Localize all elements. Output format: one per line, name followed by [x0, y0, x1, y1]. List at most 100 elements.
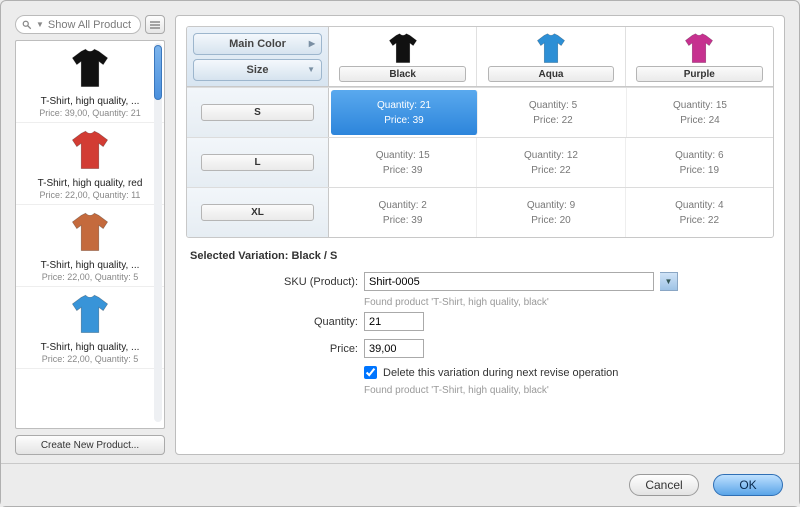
quantity-row: Quantity: [186, 312, 774, 331]
selected-variation-title: Selected Variation: Black / S [190, 250, 774, 262]
grid-header-row: Main Color ▶ Size ▼ Black Aqua Purple [187, 27, 773, 87]
scrollbar-thumb[interactable] [154, 45, 162, 100]
search-placeholder: Show All Product [48, 19, 131, 31]
delete-row: Delete this variation during next revise… [186, 366, 774, 379]
sku-dropdown-button[interactable]: ▼ [660, 272, 678, 291]
list-item[interactable]: T-Shirt, high quality, ...Price: 22,00, … [16, 205, 164, 287]
product-meta: Price: 39,00, Quantity: 21 [18, 108, 162, 118]
product-name: T-Shirt, high quality, ... [18, 260, 162, 271]
cell-quantity: Quantity: 2 [378, 200, 426, 211]
axis-buttons: Main Color ▶ Size ▼ [187, 27, 329, 86]
search-icon [22, 20, 32, 30]
cell-price: Price: 22 [533, 115, 572, 126]
variation-grid: Main Color ▶ Size ▼ Black Aqua Purple S Qua… [186, 26, 774, 238]
variation-dialog: ▼ Show All Product T-Shirt, high quality… [0, 0, 800, 507]
row-label[interactable]: L [201, 154, 314, 171]
cell-quantity: Quantity: 15 [673, 100, 727, 111]
cell-quantity: Quantity: 5 [529, 100, 577, 111]
chevron-down-icon: ▼ [36, 20, 44, 29]
cell-price: Price: 20 [531, 215, 570, 226]
axis-size-button[interactable]: Size ▼ [193, 59, 322, 81]
list-view-button[interactable] [145, 15, 165, 34]
variation-cell[interactable]: Quantity: 9 Price: 20 [477, 188, 625, 237]
row-label[interactable]: S [201, 104, 314, 121]
table-row: XL Quantity: 2 Price: 39 Quantity: 9 Price: … [187, 187, 773, 237]
create-product-button[interactable]: Create New Product... [15, 435, 165, 455]
column-label[interactable]: Purple [636, 66, 763, 82]
create-product-label: Create New Product... [41, 440, 139, 451]
cancel-label: Cancel [645, 478, 682, 492]
cell-price: Price: 39 [383, 165, 422, 176]
sku-hint: Found product 'T-Shirt, high quality, bl… [364, 297, 774, 308]
product-name: T-Shirt, high quality, ... [18, 342, 162, 353]
table-row: S Quantity: 21 Price: 39 Quantity: 5 Price: … [187, 87, 773, 137]
column-label[interactable]: Black [339, 66, 466, 82]
product-meta: Price: 22,00, Quantity: 11 [18, 190, 162, 200]
row-header: L [187, 138, 329, 187]
cell-quantity: Quantity: 6 [675, 150, 723, 161]
axis-main-color-label: Main Color [229, 38, 286, 50]
ok-label: OK [739, 478, 756, 492]
column-header: Aqua [477, 27, 625, 86]
list-item[interactable]: T-Shirt, high quality, ...Price: 22,00, … [16, 287, 164, 369]
delete-hint: Found product 'T-Shirt, high quality, bl… [364, 385, 774, 396]
price-input[interactable] [364, 339, 424, 358]
axis-main-color-button[interactable]: Main Color ▶ [193, 33, 322, 55]
product-meta: Price: 22,00, Quantity: 5 [18, 354, 162, 364]
search-row: ▼ Show All Product [15, 15, 165, 34]
variation-cell[interactable]: Quantity: 6 Price: 19 [626, 138, 773, 187]
cell-quantity: Quantity: 15 [376, 150, 430, 161]
variation-cell[interactable]: Quantity: 5 Price: 22 [480, 88, 627, 137]
cell-quantity: Quantity: 12 [524, 150, 578, 161]
delete-checkbox[interactable] [364, 366, 377, 379]
row-header: S [187, 88, 329, 137]
list-icon [150, 20, 160, 30]
price-row: Price: [186, 339, 774, 358]
triangle-right-icon: ▶ [309, 39, 315, 48]
product-list[interactable]: T-Shirt, high quality, ...Price: 39,00, … [15, 40, 165, 429]
table-row: L Quantity: 15 Price: 39 Quantity: 12 Price:… [187, 137, 773, 187]
triangle-down-icon: ▼ [307, 65, 315, 74]
cell-price: Price: 22 [680, 215, 719, 226]
column-header: Black [329, 27, 477, 86]
search-input[interactable]: ▼ Show All Product [15, 15, 141, 34]
cell-price: Price: 39 [383, 215, 422, 226]
sku-label: SKU (Product): [186, 276, 358, 288]
variation-cell[interactable]: Quantity: 4 Price: 22 [626, 188, 773, 237]
cell-price: Price: 24 [680, 115, 719, 126]
product-sidebar: ▼ Show All Product T-Shirt, high quality… [15, 15, 165, 455]
axis-size-label: Size [246, 64, 268, 76]
cell-quantity: Quantity: 9 [527, 200, 575, 211]
cell-price: Price: 19 [680, 165, 719, 176]
product-meta: Price: 22,00, Quantity: 5 [18, 272, 162, 282]
quantity-label: Quantity: [186, 316, 358, 328]
variation-cell[interactable]: Quantity: 12 Price: 22 [477, 138, 625, 187]
row-header: XL [187, 188, 329, 237]
product-name: T-Shirt, high quality, red [18, 178, 162, 189]
dialog-footer: Cancel OK [1, 463, 799, 506]
column-header: Purple [626, 27, 773, 86]
product-name: T-Shirt, high quality, ... [18, 96, 162, 107]
chevron-down-icon: ▼ [665, 277, 673, 286]
main-panel: Main Color ▶ Size ▼ Black Aqua Purple S Qua… [175, 15, 785, 455]
list-item[interactable]: T-Shirt, high quality, ...Price: 39,00, … [16, 41, 164, 123]
cell-quantity: Quantity: 21 [377, 100, 431, 111]
quantity-input[interactable] [364, 312, 424, 331]
row-label[interactable]: XL [201, 204, 314, 221]
variation-cell[interactable]: Quantity: 21 Price: 39 [331, 90, 478, 135]
ok-button[interactable]: OK [713, 474, 783, 496]
cell-quantity: Quantity: 4 [675, 200, 723, 211]
sku-row: SKU (Product): ▼ [186, 272, 774, 291]
variation-cell[interactable]: Quantity: 15 Price: 39 [329, 138, 477, 187]
sku-input[interactable] [364, 272, 654, 291]
price-label: Price: [186, 343, 358, 355]
delete-label: Delete this variation during next revise… [383, 367, 618, 379]
list-item[interactable]: T-Shirt, high quality, redPrice: 22,00, … [16, 123, 164, 205]
cancel-button[interactable]: Cancel [629, 474, 699, 496]
cell-price: Price: 22 [531, 165, 570, 176]
variation-cell[interactable]: Quantity: 2 Price: 39 [329, 188, 477, 237]
cell-price: Price: 39 [384, 115, 423, 126]
variation-cell[interactable]: Quantity: 15 Price: 24 [627, 88, 773, 137]
column-label[interactable]: Aqua [488, 66, 615, 82]
dialog-body: ▼ Show All Product T-Shirt, high quality… [1, 1, 799, 463]
